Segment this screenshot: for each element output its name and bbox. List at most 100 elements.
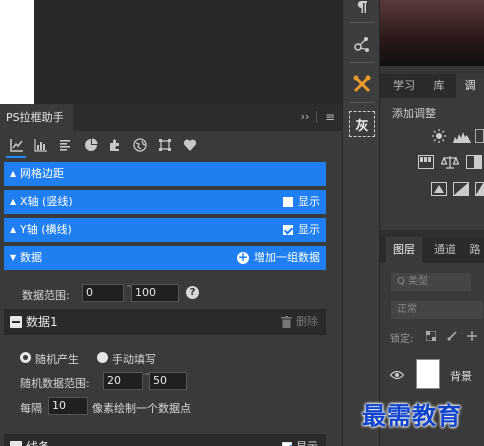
panel-menu-button[interactable]: ≡ (322, 109, 338, 125)
color-panel-footer (380, 66, 484, 74)
puzzle-icon[interactable] (106, 136, 124, 154)
tab-adjustments[interactable]: 调 (456, 74, 484, 98)
blend-mode-select[interactable]: 正常 (390, 300, 484, 320)
data-group-1-title: 数据1 (26, 315, 58, 329)
adjust-tabs: 学习 库 调 (380, 74, 484, 98)
help-icon[interactable]: ? (186, 286, 199, 299)
tab-layers[interactable]: 图层 (386, 237, 422, 263)
globe-icon[interactable] (131, 136, 149, 154)
tool-tabs-row (0, 131, 342, 159)
curves-icon[interactable] (474, 128, 484, 146)
brush-icon[interactable] (447, 331, 457, 344)
caret-up-icon: ▲ (10, 225, 17, 234)
tab-channels[interactable]: 通道 (428, 237, 462, 263)
line-section-header[interactable]: 线条 显示 (4, 434, 326, 446)
line-show-label: 显示 (296, 434, 318, 446)
every-pixels-input[interactable]: 10 (48, 397, 88, 415)
tab-library[interactable]: 库 (424, 74, 454, 98)
invert-icon[interactable] (431, 182, 447, 199)
toolcol-divider (349, 22, 375, 23)
delete-group-button[interactable]: 删除 (281, 309, 318, 335)
pie-chart-icon[interactable] (82, 136, 100, 154)
gray-button[interactable]: 灰 (349, 111, 375, 137)
watermark-text: 最需教育 (362, 401, 462, 430)
panel-gap (380, 230, 484, 237)
path-nodes-icon[interactable] (349, 31, 375, 57)
section-grid-margin-label: 网格边距 (20, 167, 64, 180)
random-radio[interactable] (20, 352, 31, 363)
trash-icon (281, 316, 292, 328)
every-suffix-label: 像素绘制一个数据点 (92, 402, 191, 415)
toolcol-divider (349, 102, 375, 103)
adjust-title: 添加调整 (392, 107, 436, 120)
random-range-label: 随机数据范围: (20, 377, 90, 390)
manual-radio[interactable] (97, 352, 108, 363)
lock-label: 锁定: (390, 334, 414, 345)
eye-icon[interactable] (389, 370, 405, 383)
data-range-label: 数据范围: (22, 289, 70, 302)
list-icon[interactable] (56, 136, 74, 154)
tab-paths[interactable]: 路 (466, 237, 484, 263)
levels-icon[interactable] (453, 129, 471, 146)
data-range-max-input[interactable]: 100 (131, 284, 179, 302)
line-show-toggle[interactable]: 显示 (282, 434, 318, 446)
gray-button-label: 灰 (355, 118, 369, 134)
move-icon[interactable] (467, 331, 477, 344)
y-axis-show-checkbox[interactable] (283, 225, 293, 235)
every-label: 每隔 (20, 402, 42, 415)
section-x-axis[interactable]: ▲ X轴 (竖线) 显示 (4, 190, 326, 214)
color-picker-field[interactable] (380, 0, 484, 66)
section-data[interactable]: ▼ 数据 + 增加一组数据 (4, 246, 326, 270)
section-grid-margin[interactable]: ▲ 网格边距 (4, 162, 326, 186)
bar-chart-icon[interactable] (32, 136, 50, 154)
caret-up-icon: ▲ (10, 197, 17, 206)
plugin-tab-title[interactable]: PS拉框助手 (0, 104, 73, 131)
layer-type-filter[interactable]: Q 类型 (390, 272, 472, 292)
gradient-map-icon[interactable] (475, 182, 484, 199)
paragraph-icon[interactable] (349, 0, 375, 20)
vibrance-icon[interactable] (418, 155, 434, 172)
layer-name: 背景 (450, 370, 472, 383)
y-axis-show-label: 显示 (298, 223, 320, 236)
random-max-input[interactable]: 50 (149, 372, 187, 390)
x-axis-show-label: 显示 (298, 195, 320, 208)
line-section-title: 线条 (26, 440, 50, 446)
collapse-panel-button[interactable]: ›› (297, 109, 313, 125)
collapse-minus-icon[interactable] (10, 441, 22, 446)
threshold-icon[interactable] (453, 182, 469, 199)
active-tab-indicator (6, 156, 26, 158)
lock-pixels-icon[interactable] (425, 330, 437, 344)
tools-cross-icon[interactable] (349, 71, 375, 97)
random-min-input[interactable]: 20 (103, 372, 143, 390)
bw-icon[interactable] (466, 155, 482, 172)
section-y-axis[interactable]: ▲ Y轴 (横线) 显示 (4, 218, 326, 242)
delete-label: 删除 (296, 315, 318, 328)
data-group-1-header[interactable]: 数据1 删除 (4, 309, 326, 335)
section-x-axis-label: X轴 (竖线) (20, 195, 73, 208)
frame-icon[interactable] (156, 136, 174, 154)
line-show-checkbox[interactable] (282, 442, 292, 446)
layers-tabs: 图层 通道 路 (380, 237, 484, 263)
x-axis-show-checkbox[interactable] (283, 197, 293, 207)
brightness-icon[interactable] (431, 129, 447, 146)
data-range-min-input[interactable]: 0 (82, 284, 124, 302)
plugin-panel: PS拉框助手 ›› ≡ ▲ 网格边距 ▲ X轴 (竖线) 显示 ▲ Y轴 (横线… (0, 104, 342, 446)
toolcol-divider (349, 62, 375, 63)
collapse-minus-icon[interactable] (10, 316, 22, 328)
caret-down-icon: ▼ (10, 253, 17, 262)
caret-up-icon: ▲ (10, 169, 17, 178)
random-radio-label: 随机产生 (35, 353, 79, 366)
balance-icon[interactable] (440, 155, 460, 172)
tab-learn[interactable]: 学习 (386, 74, 422, 98)
tool-column: 灰 (342, 0, 380, 446)
header-divider (316, 111, 317, 123)
heart-icon[interactable] (181, 136, 199, 154)
canvas-document (0, 0, 34, 104)
add-group-button[interactable]: + 增加一组数据 (237, 246, 320, 270)
add-group-label: 增加一组数据 (254, 251, 320, 264)
line-chart-icon[interactable] (8, 136, 26, 154)
plus-circle-icon: + (237, 250, 249, 264)
section-y-axis-label: Y轴 (横线) (20, 223, 72, 236)
manual-radio-label: 手动填写 (112, 353, 156, 366)
section-data-label: 数据 (20, 251, 42, 264)
